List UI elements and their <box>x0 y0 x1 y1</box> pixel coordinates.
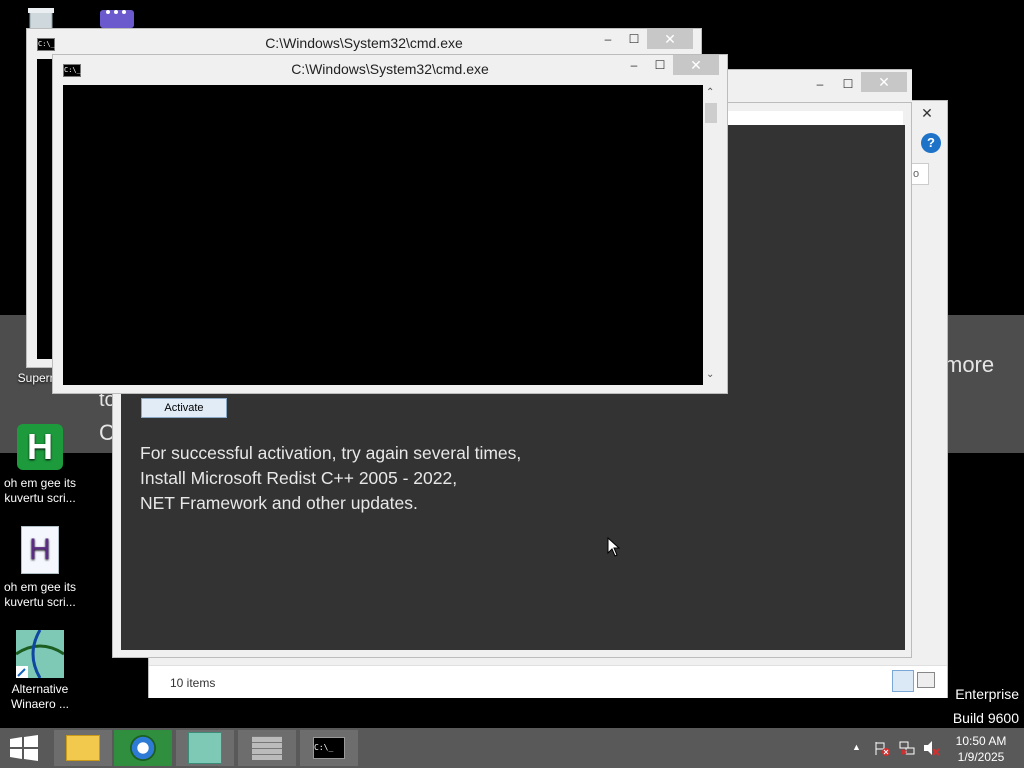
cmd-console-back[interactable] <box>37 59 53 359</box>
cmd-console[interactable] <box>63 85 703 385</box>
mouse-cursor-icon <box>607 536 621 562</box>
action-center-flag-icon[interactable] <box>874 740 890 756</box>
status-item-count: 10 items <box>170 676 216 690</box>
show-hidden-icons-chevron-icon[interactable]: ▲ <box>852 742 861 752</box>
clock[interactable]: 10:50 AM 1/9/2025 <box>948 733 1014 765</box>
desktop-icon-label: oh em gee its kuvertu scri... <box>3 580 77 609</box>
file-explorer-icon <box>66 735 100 761</box>
minimize-icon[interactable]: ‒ <box>595 29 621 49</box>
message-line: NET Framework and other updates. <box>140 493 418 513</box>
maximize-icon[interactable]: ☐ <box>835 74 861 94</box>
desktop-icon-label: oh em gee its kuvertu scri... <box>3 476 77 505</box>
scroll-thumb[interactable] <box>705 103 717 123</box>
start-button[interactable] <box>8 734 40 762</box>
watermark-build: Build 9600 <box>952 710 1019 726</box>
cmd-titlebar[interactable]: C:\_ C:\Windows\System32\cmd.exe ‒ ☐ ✕ <box>53 55 727 83</box>
hta-green-h-icon: H <box>17 424 63 470</box>
help-icon[interactable]: ? <box>921 133 941 153</box>
browser-icon <box>130 735 156 761</box>
minimize-icon[interactable]: ‒ <box>621 55 647 75</box>
taskbar-firewall[interactable] <box>238 730 296 766</box>
desktop-icon-hta-file[interactable]: H oh em gee its kuvertu scri... <box>0 526 80 610</box>
banner-more-text: more <box>944 352 995 377</box>
taskbar-file-explorer[interactable] <box>54 730 112 766</box>
message-line: For successful activation, try again sev… <box>140 443 522 463</box>
details-view-icon[interactable] <box>892 670 914 692</box>
minimize-icon[interactable]: ‒ <box>807 74 833 94</box>
scroll-down-icon[interactable]: ⌄ <box>706 369 714 380</box>
cmd-window-front[interactable]: C:\_ C:\Windows\System32\cmd.exe ‒ ☐ ✕ ⌃… <box>52 54 728 394</box>
scroll-up-icon[interactable]: ⌃ <box>706 87 714 98</box>
firewall-icon <box>252 736 282 760</box>
hta-file-h-icon: H <box>21 526 59 574</box>
network-icon[interactable] <box>898 740 916 756</box>
desktop-icon-label: Alternative Winaero ... <box>10 682 70 711</box>
cmd-icon: C:\_ <box>313 737 345 759</box>
activation-message: For successful activation, try again sev… <box>140 441 521 516</box>
maximize-icon[interactable]: ☐ <box>647 55 673 75</box>
desktop-icon-winaero[interactable]: Alternative Winaero ... <box>0 629 80 712</box>
close-icon[interactable]: ✕ <box>861 72 907 92</box>
explorer-status-bar: 10 items <box>149 665 947 698</box>
message-line: Install Microsoft Redist C++ 2005 - 2022… <box>140 468 458 488</box>
taskbar-browser[interactable] <box>114 730 172 766</box>
taskbar-winaero[interactable] <box>176 730 234 766</box>
winaero-shortcut-icon <box>15 629 65 679</box>
maximize-icon[interactable]: ☐ <box>621 29 647 49</box>
clock-time: 10:50 AM <box>955 734 1007 748</box>
winaero-icon <box>188 732 222 764</box>
volume-muted-icon[interactable] <box>922 740 940 756</box>
close-icon[interactable]: ✕ <box>673 55 719 75</box>
activate-button[interactable]: Activate <box>141 398 227 418</box>
cmd-titlebar[interactable]: C:\_ C:\Windows\System32\cmd.exe ‒ ☐ ✕ <box>27 29 701 57</box>
cmd-scrollbar[interactable]: ⌃ ⌄ <box>703 85 719 385</box>
clock-date: 1/9/2025 <box>957 750 1005 764</box>
calendar-app-icon[interactable] <box>100 6 136 28</box>
desktop-icon-hta-green[interactable]: H oh em gee its kuvertu scri... <box>0 424 80 506</box>
watermark-edition: Enterprise <box>955 686 1019 702</box>
explorer-close-button[interactable]: ✕ <box>909 103 945 123</box>
large-icons-view-icon[interactable] <box>917 672 935 688</box>
taskbar-cmd[interactable]: C:\_ <box>300 730 358 766</box>
close-icon[interactable]: ✕ <box>647 29 693 49</box>
